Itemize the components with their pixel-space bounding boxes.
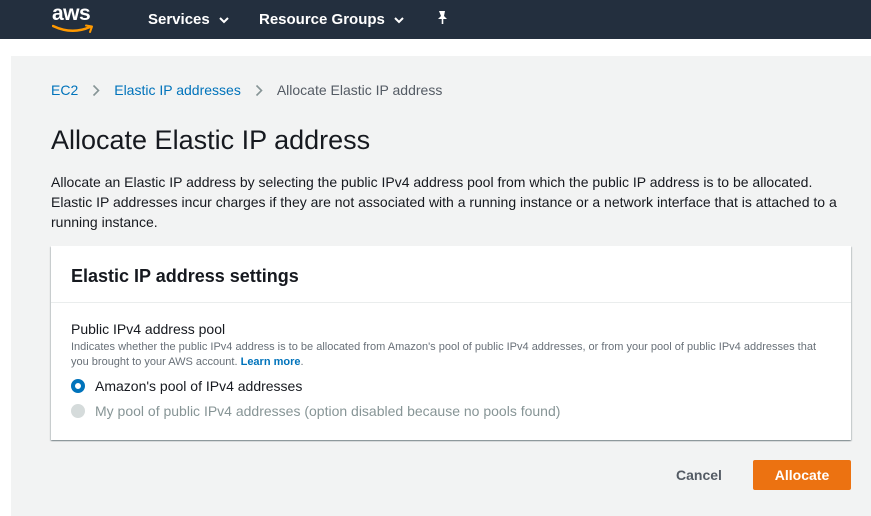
chevron-right-icon [92,84,100,97]
breadcrumb-link-ec2[interactable]: EC2 [51,82,78,98]
resource-groups-menu[interactable]: Resource Groups [259,0,404,39]
elastic-ip-settings-panel: Elastic IP address settings Public IPv4 … [51,246,851,440]
breadcrumb: EC2 Elastic IP addresses Allocate Elasti… [51,82,442,98]
top-navigation-bar: aws Services Resource Groups [0,0,871,39]
aws-logo[interactable]: aws [52,2,96,34]
learn-more-link[interactable]: Learn more [241,356,301,368]
services-label: Services [148,11,210,28]
cancel-button[interactable]: Cancel [667,460,731,490]
radio-option-my-pool: My pool of public IPv4 addresses (option… [71,402,831,420]
pin-icon [436,10,449,29]
aws-smile-icon [52,24,93,33]
radio-label-my-pool: My pool of public IPv4 addresses (option… [95,403,561,419]
resource-groups-label: Resource Groups [259,11,385,28]
breadcrumb-current: Allocate Elastic IP address [276,82,443,98]
panel-body: Public IPv4 address pool Indicates wheth… [51,303,851,420]
chevron-down-icon [394,11,404,28]
page-description: Allocate an Elastic IP address by select… [51,174,837,230]
radio-label-amazon-pool: Amazon's pool of IPv4 addresses [95,378,303,394]
allocate-button[interactable]: Allocate [753,460,851,490]
radio-button-selected[interactable] [71,379,85,393]
aws-logo-text: aws [52,2,91,25]
pool-field-label: Public IPv4 address pool [71,321,226,337]
chevron-right-icon [255,84,263,97]
radio-button-disabled [71,404,85,418]
page-title: Allocate Elastic IP address [51,125,371,155]
panel-title: Elastic IP address settings [71,266,299,286]
pin-button[interactable] [436,0,449,39]
panel-header: Elastic IP address settings [51,246,851,303]
pool-field-description: Indicates whether the public IPv4 addres… [71,341,817,368]
chevron-down-icon [219,11,229,28]
services-menu[interactable]: Services [148,0,229,39]
radio-option-amazon-pool[interactable]: Amazon's pool of IPv4 addresses [71,377,831,395]
pool-description-text: Indicates whether the public IPv4 addres… [71,341,817,368]
main-content: EC2 Elastic IP addresses Allocate Elasti… [11,56,871,516]
breadcrumb-link-elastic-ip-addresses[interactable]: Elastic IP addresses [114,82,241,98]
